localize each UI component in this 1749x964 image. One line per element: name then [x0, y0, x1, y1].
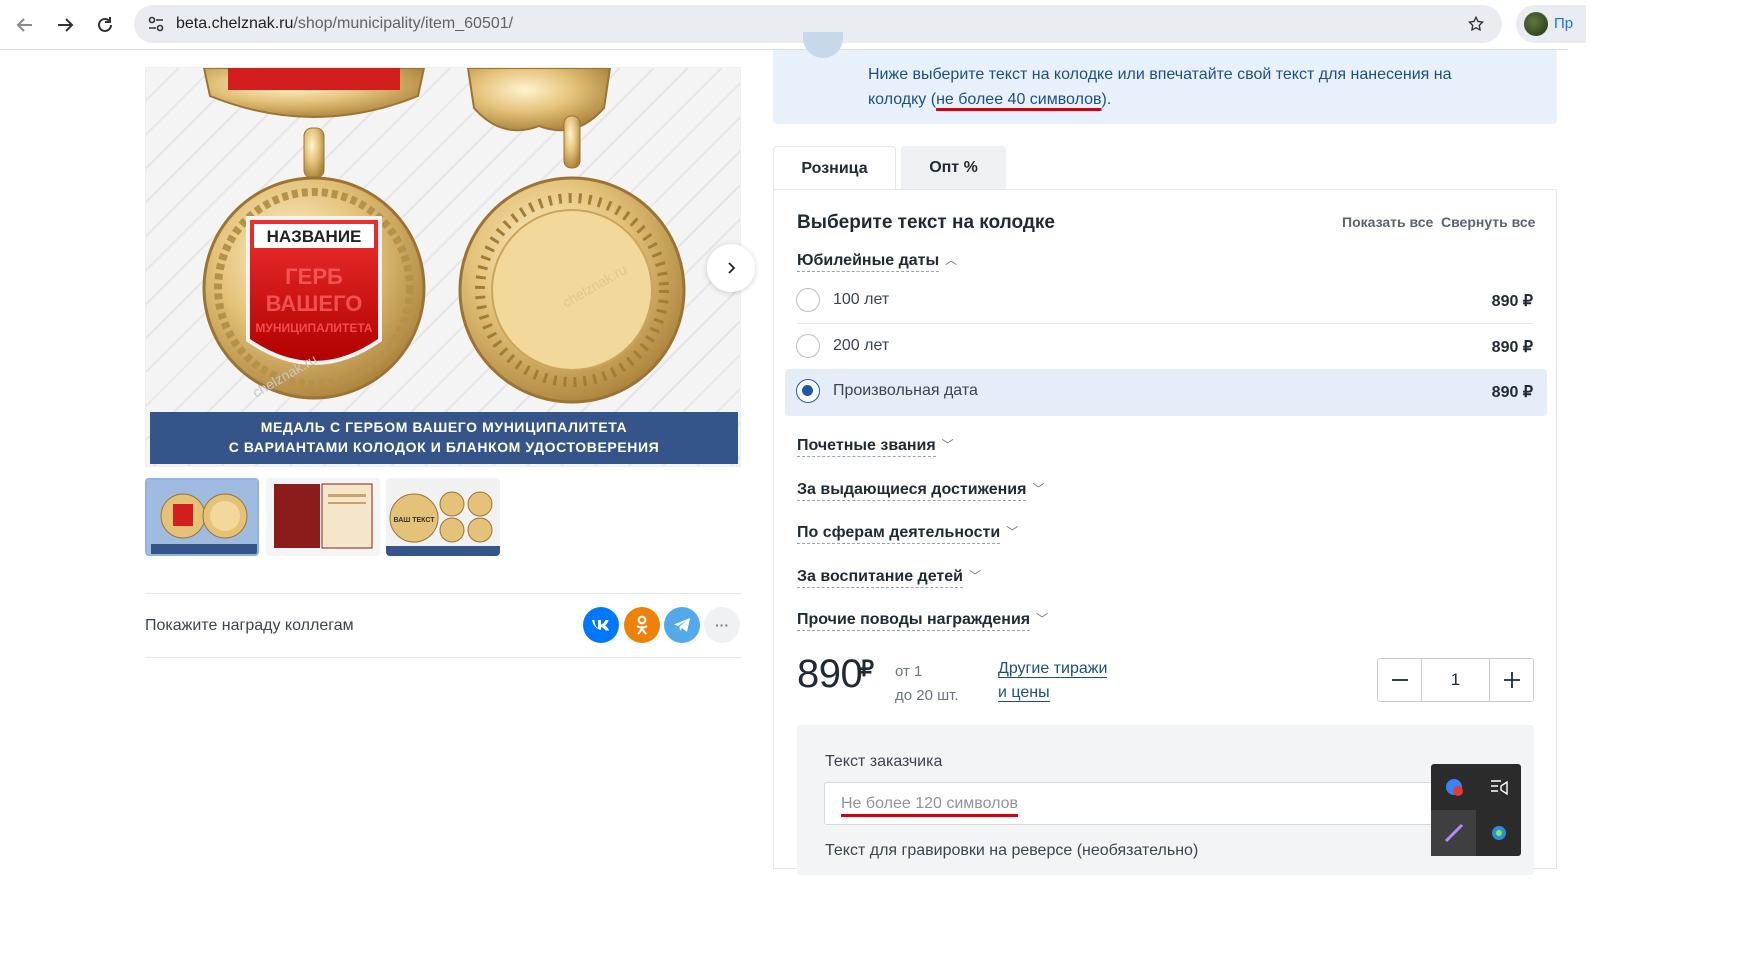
- category-anniversary[interactable]: Юбилейные даты ︿: [797, 252, 958, 272]
- radio-button-selected[interactable]: [796, 379, 820, 403]
- info-notice: Ниже выберите текст на колодке или впеча…: [773, 32, 1557, 124]
- more-dots-icon: ···: [715, 617, 729, 633]
- radio-button[interactable]: [796, 288, 820, 312]
- show-all-link[interactable]: Показать все: [1342, 214, 1433, 230]
- telegram-icon: [674, 618, 690, 632]
- option-custom-date[interactable]: Произвольная дата 890 ₽: [785, 369, 1547, 416]
- custom-text-input[interactable]: Не более 120 символов: [824, 782, 1518, 825]
- pen-icon[interactable]: [1431, 810, 1476, 856]
- caption-line-1: МЕДАЛЬ С ГЕРБОМ ВАШЕГО МУНИЦИПАЛИТЕТА: [260, 419, 628, 435]
- quantity-value[interactable]: 1: [1422, 670, 1489, 690]
- price-currency: ₽: [860, 656, 874, 681]
- browser-toolbar: beta.chelznak.ru/shop/municipality/item_…: [0, 0, 1586, 50]
- chevron-down-icon: ﹀: [1006, 525, 1019, 539]
- thumb-text: ВАШ ТЕКСТ: [393, 517, 435, 524]
- category-honorary-titles[interactable]: Почетные звания ﹀: [797, 437, 954, 457]
- extension-icon[interactable]: [1476, 810, 1521, 856]
- reload-button[interactable]: [89, 9, 121, 41]
- medal-illustration: НАЗВАНИЕ ГЕРБ ВАШЕГО МУНИЦИПАЛИТЕТА chel…: [202, 68, 686, 404]
- section-title: Выберите текст на колодке: [797, 212, 1055, 233]
- emblem-line-3: МУНИЦИПАЛИТЕТА: [255, 321, 373, 335]
- emblem-line-1: ГЕРБ: [285, 264, 343, 289]
- tab-wholesale[interactable]: Опт %: [901, 146, 1006, 190]
- back-arrow-icon: [16, 18, 32, 32]
- profile-label: Пр: [1554, 15, 1574, 32]
- reload-icon: [98, 17, 112, 32]
- collapse-all-link[interactable]: Свернуть все: [1441, 214, 1535, 230]
- vk-icon: [592, 620, 609, 631]
- custom-text-label: Текст заказчика: [825, 753, 943, 770]
- medal-badge-text: НАЗВАНИЕ: [267, 227, 362, 246]
- image-caption-banner: МЕДАЛЬ С ГЕРБОМ ВАШЕГО МУНИЦИПАЛИТЕТА С …: [150, 412, 738, 464]
- ok-icon: [636, 615, 648, 635]
- chevron-down-icon: ﹀: [1032, 482, 1045, 496]
- radio-button[interactable]: [796, 334, 820, 358]
- increase-button[interactable]: [1489, 659, 1533, 701]
- gallery-next-button[interactable]: [707, 244, 755, 292]
- category-achievements[interactable]: За выдающиеся достижения ﹀: [797, 481, 1045, 501]
- back-button[interactable]: [9, 9, 41, 41]
- chevron-right-icon: [728, 262, 736, 274]
- tab-retail[interactable]: Розница: [773, 146, 896, 190]
- decrease-button[interactable]: [1378, 659, 1422, 701]
- category-child-raising[interactable]: За воспитание детей ﹀: [797, 568, 981, 588]
- plus-icon: [1503, 672, 1520, 688]
- chevron-down-icon: ﹀: [941, 438, 954, 452]
- divider: [145, 657, 741, 658]
- reader-icon[interactable]: [1476, 764, 1521, 810]
- share-ok-button[interactable]: [624, 607, 660, 643]
- app-badge-icon[interactable]: [1431, 764, 1476, 810]
- quantity-stepper: 1: [1377, 658, 1534, 702]
- bookmark-star-icon[interactable]: [1464, 12, 1488, 36]
- divider: [145, 593, 741, 594]
- caption-line-2: С ВАРИАНТАМИ КОЛОДОК И БЛАНКОМ УДОСТОВЕР…: [228, 439, 660, 455]
- emblem-line-2: ВАШЕГО: [266, 291, 363, 316]
- avatar: [1524, 12, 1548, 36]
- chevron-down-icon: ﹀: [1036, 612, 1049, 626]
- site-settings-icon[interactable]: [144, 12, 168, 36]
- share-label: Покажите награду коллегам: [145, 617, 354, 634]
- price-quantity-range: от 1 до 20 шт.: [895, 663, 959, 704]
- option-200[interactable]: 200 лет 890 ₽: [785, 324, 1547, 370]
- minus-icon: [1391, 679, 1408, 681]
- product-image[interactable]: НАЗВАНИЕ ГЕРБ ВАШЕГО МУНИЦИПАЛИТЕТА chel…: [145, 67, 741, 467]
- profile-button[interactable]: Пр: [1516, 5, 1586, 43]
- thumbnail-3[interactable]: ВАШ ТЕКСТ: [386, 478, 500, 556]
- chevron-down-icon: ﹀: [968, 569, 981, 583]
- custom-text-placeholder: Не более 120 символов: [841, 795, 1019, 812]
- thumbnail-1[interactable]: [145, 478, 259, 556]
- tray-overlay: [1431, 764, 1521, 856]
- category-activity-spheres[interactable]: По сферам деятельности ﹀: [797, 524, 1019, 544]
- share-telegram-button[interactable]: [664, 607, 700, 643]
- info-text: Ниже выберите текст на колодке или впеча…: [868, 66, 1452, 108]
- option-100[interactable]: 100 лет 890 ₽: [785, 278, 1547, 324]
- price-value: 890: [797, 652, 863, 696]
- category-other-occasions[interactable]: Прочие поводы награждения ﹀: [797, 611, 1049, 631]
- share-more-button[interactable]: ···: [704, 607, 740, 643]
- chevron-up-icon: ︿: [945, 253, 958, 267]
- url-text: beta.chelznak.ru/shop/municipality/item_…: [176, 15, 514, 32]
- share-vk-button[interactable]: [583, 607, 619, 643]
- engrave-text-label: Текст для гравировки на реверсе (необяза…: [825, 842, 1199, 859]
- other-quantities-link[interactable]: Другие тиражи и цены: [998, 657, 1108, 705]
- forward-button[interactable]: [49, 9, 81, 41]
- thumbnail-2[interactable]: [266, 478, 380, 556]
- info-avatar: [803, 32, 843, 58]
- forward-arrow-icon: [58, 18, 74, 32]
